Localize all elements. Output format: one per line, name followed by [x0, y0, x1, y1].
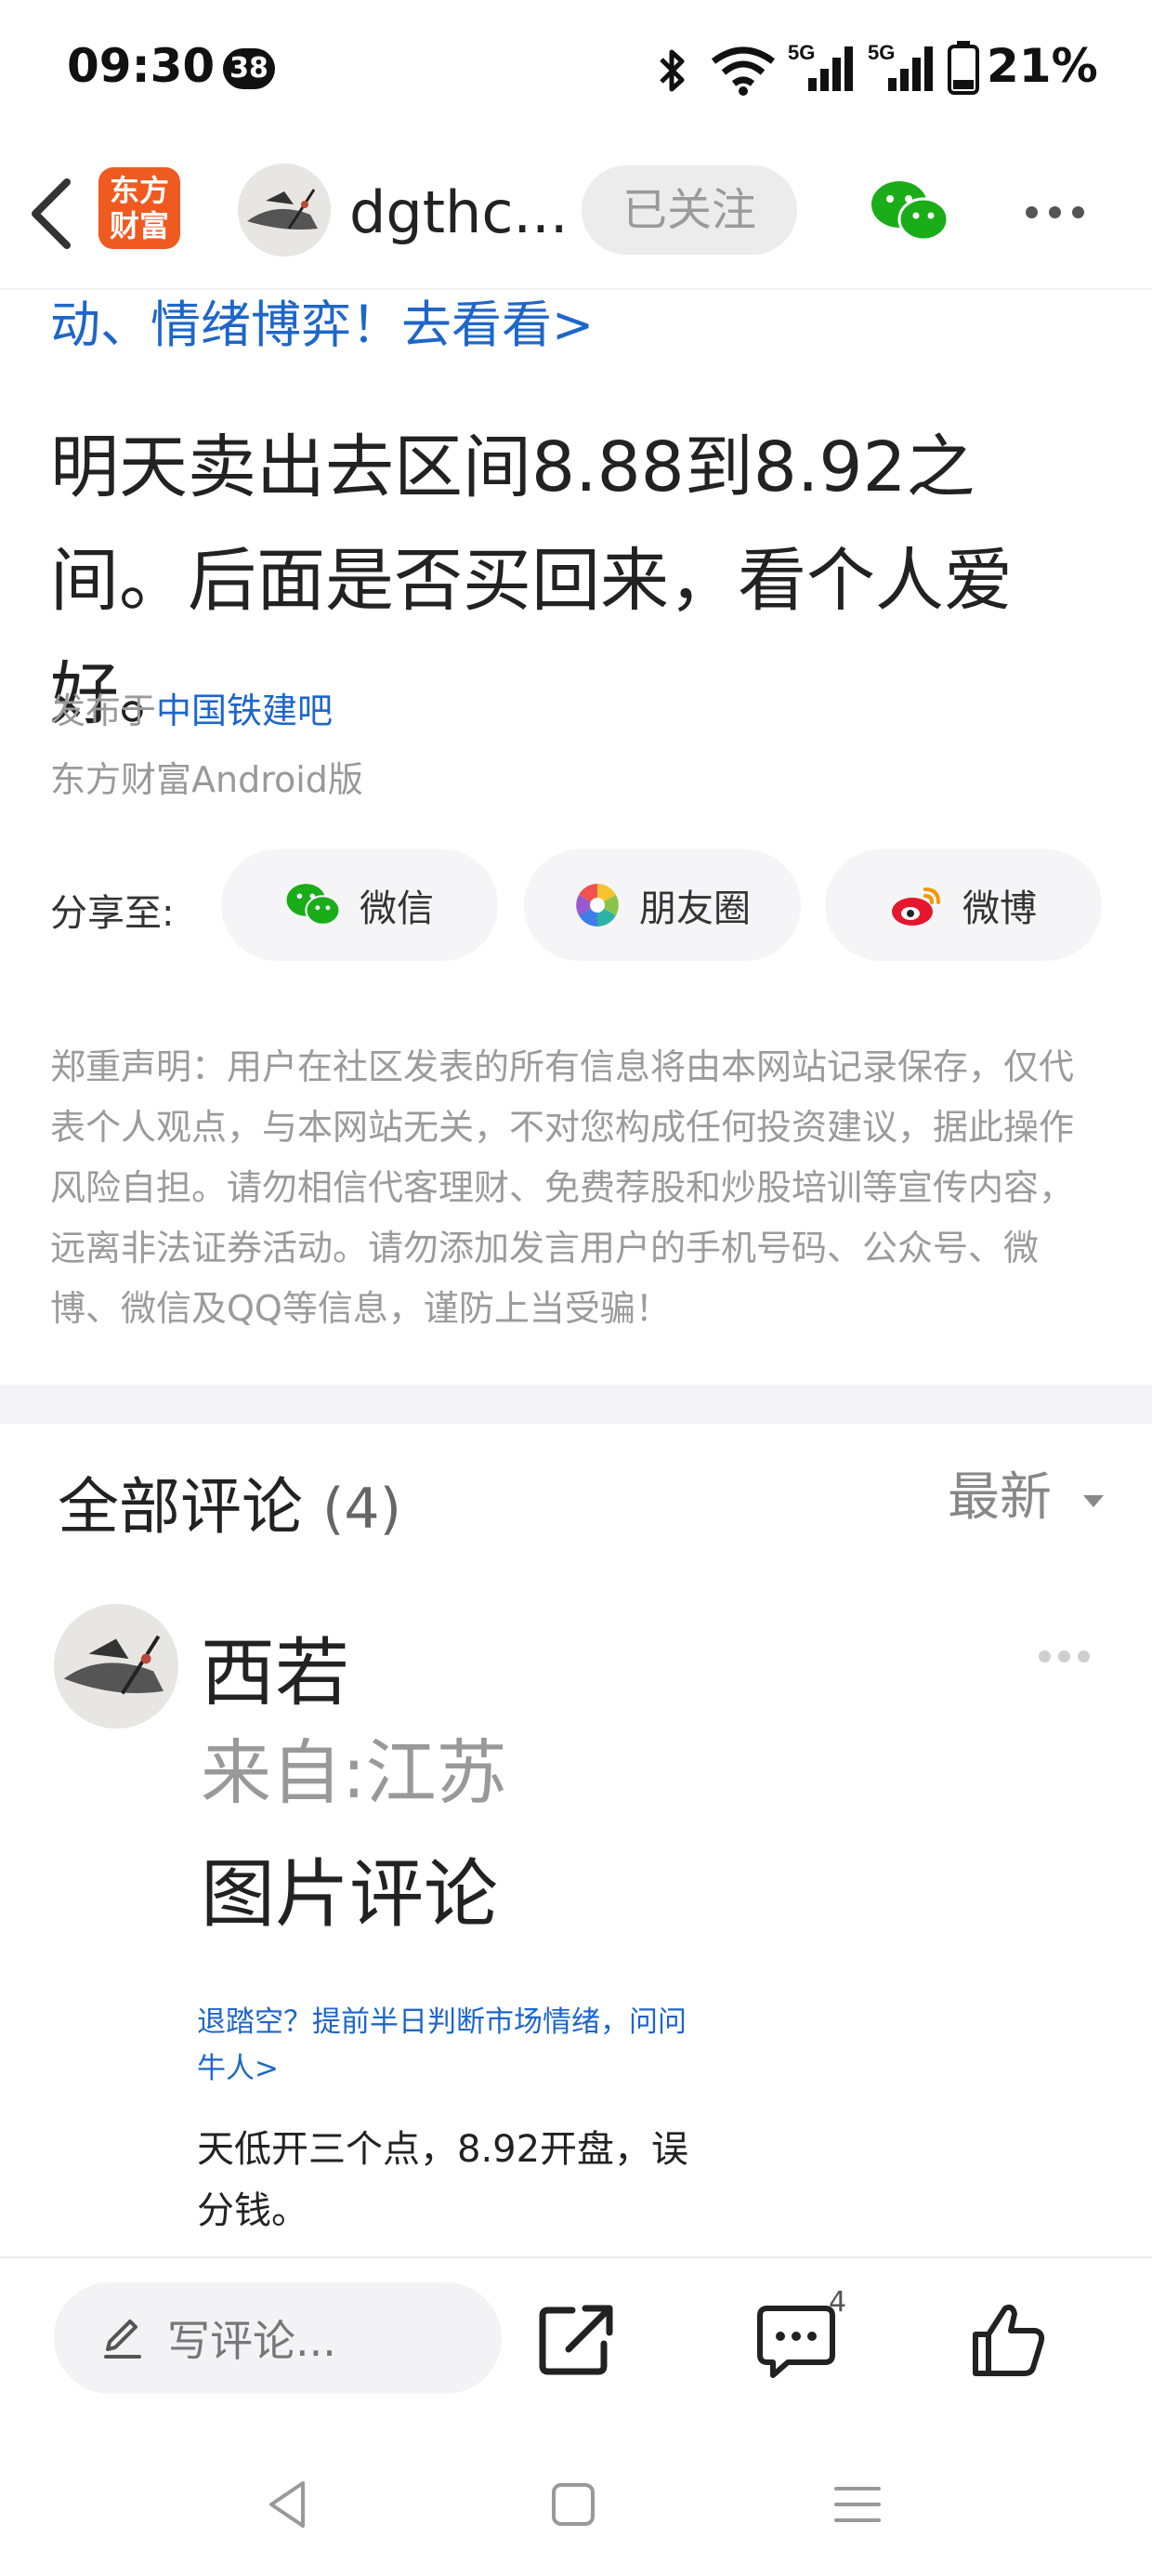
wifi-icon [711, 46, 776, 96]
section-divider [0, 1385, 1152, 1424]
status-bar: 09:30 38 5G 5G 21% [0, 0, 1152, 139]
caret-down-icon [1082, 1494, 1104, 1507]
wechat-icon[interactable] [870, 178, 949, 245]
author-avatar[interactable] [238, 164, 331, 256]
forum-link[interactable]: 中国铁建吧 [156, 690, 333, 731]
comment-embed-link[interactable]: 退踏空？提前半日判断市场情绪，问问 [197, 1998, 687, 2040]
post-forum-info: 发布于中国铁建吧 [50, 690, 334, 731]
write-comment-input[interactable]: 写评论... [54, 2282, 502, 2394]
comments-title: 全部评论 (4) [58, 1471, 401, 1543]
recents-nav-icon[interactable] [825, 2472, 890, 2537]
battery-percent: 21% [987, 39, 1098, 93]
promo-link[interactable]: 动、情绪博弈！去看看> [50, 283, 594, 357]
comments-count: (4) [321, 1477, 401, 1542]
signal-5g-icon: 5G [788, 41, 853, 91]
sort-dropdown[interactable]: 最新 [948, 1455, 1106, 1531]
comment-embed-link-2[interactable]: 牛人> [197, 2044, 279, 2086]
bluetooth-icon [660, 49, 685, 92]
comment-more-icon[interactable] [1039, 1649, 1097, 1666]
svg-text:5G: 5G [868, 41, 895, 64]
share-weibo-button[interactable]: 微博 [825, 849, 1102, 961]
more-menu-icon[interactable] [1026, 204, 1084, 222]
signal-5g-icon-2: 5G [868, 41, 933, 91]
disclaimer-text: 郑重声明：用户在社区发表的所有信息将由本网站记录保存，仅代表个人观点，与本网站无… [50, 1046, 1075, 1329]
share-wechat-button[interactable]: 微信 [221, 849, 498, 961]
post-client: 东方财富Android版 [50, 759, 363, 800]
author-username[interactable]: dgthc... [349, 178, 569, 246]
battery-icon [948, 41, 979, 95]
app-header: 东方 财富 dgthc... 已关注 [0, 139, 1152, 290]
comment-location: 来自:江苏 [201, 1731, 507, 1814]
pencil-icon [104, 2320, 141, 2359]
share-moments-button[interactable]: 朋友圈 [524, 849, 801, 961]
share-icon[interactable] [535, 2297, 619, 2381]
comment-body: 图片评论 [201, 1851, 498, 1938]
comment-avatar[interactable] [54, 1604, 178, 1728]
comment-embed-text: 天低开三个点，8.92开盘，误分钱。 [197, 2128, 689, 2232]
back-nav-icon[interactable] [256, 2472, 321, 2537]
share-label: 分享至: [50, 892, 175, 935]
comments-count-badge: 4 [829, 2286, 847, 2319]
like-thumb-icon[interactable] [966, 2297, 1050, 2381]
weibo-icon [892, 887, 940, 926]
home-nav-icon[interactable] [541, 2472, 606, 2537]
notification-count-badge: 38 [223, 48, 275, 89]
back-arrow-icon[interactable] [28, 177, 74, 251]
comment-author[interactable]: 西若 [201, 1613, 349, 1721]
eastmoney-logo[interactable]: 东方 财富 [98, 167, 180, 249]
follow-button[interactable]: 已关注 [582, 165, 797, 255]
wechat-icon [286, 884, 341, 926]
svg-text:5G: 5G [788, 41, 815, 64]
system-navigation-bar [0, 2427, 1152, 2576]
status-time: 09:30 [67, 39, 216, 93]
bottom-toolbar: 写评论... 4 [0, 2256, 1152, 2424]
moments-icon [576, 884, 619, 927]
comments-icon[interactable] [754, 2297, 838, 2381]
